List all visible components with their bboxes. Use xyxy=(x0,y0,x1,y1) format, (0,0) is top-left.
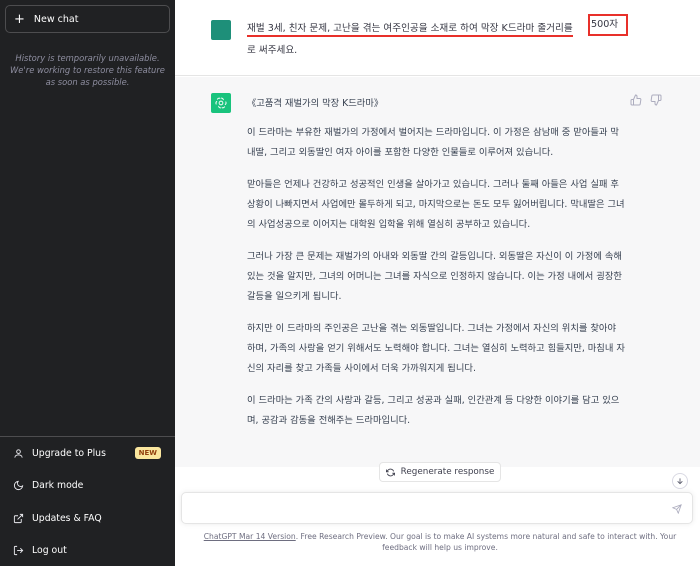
user-message: 재벌 3세, 친자 문제, 고난을 겪는 여주인공을 소재로 하여 막장 K드라… xyxy=(175,0,700,76)
send-icon xyxy=(672,504,682,514)
scroll-to-bottom-button[interactable] xyxy=(672,473,688,489)
updates-faq-link[interactable]: Updates & FAQ xyxy=(0,502,175,535)
user-message-text: 재벌 3세, 친자 문제, 고난을 겪는 여주인공을 소재로 하여 막장 K드라… xyxy=(247,18,627,62)
upgrade-label: Upgrade to Plus xyxy=(32,447,106,459)
footer-text: . Free Research Preview. Our goal is to … xyxy=(295,532,677,552)
thumbs-up-icon[interactable] xyxy=(630,94,642,106)
footer-disclaimer: ChatGPT Mar 14 Version. Free Research Pr… xyxy=(195,531,685,553)
refresh-icon xyxy=(385,468,395,477)
response-paragraph: 하지만 이 드라마의 주인공은 고난을 겪는 외동딸입니다. 그녀는 가정에서 … xyxy=(247,323,625,374)
feedback-buttons xyxy=(630,94,662,106)
sidebar-bottom-menu: Upgrade to Plus NEW Dark mode Updates & … xyxy=(0,436,175,566)
version-link[interactable]: ChatGPT Mar 14 Version xyxy=(204,532,296,541)
message-input[interactable] xyxy=(192,501,662,517)
thumbs-down-icon[interactable] xyxy=(650,94,662,106)
response-title: 《고품격 재벌가의 막장 K드라마》 xyxy=(247,98,384,109)
assistant-response: 《고품격 재벌가의 막장 K드라마》 이 드라마는 부유한 재벌가의 가정에서 … xyxy=(247,94,627,443)
moon-icon xyxy=(12,480,24,492)
dark-mode-label: Dark mode xyxy=(32,480,84,492)
user-message-line2: 로 써주세요. xyxy=(247,45,298,56)
new-badge: NEW xyxy=(134,447,161,459)
upgrade-to-plus-button[interactable]: Upgrade to Plus NEW xyxy=(0,437,175,470)
user-avatar xyxy=(211,20,231,40)
regenerate-response-button[interactable]: Regenerate response xyxy=(379,462,501,482)
sidebar: + New chat History is temporarily unavai… xyxy=(0,0,175,566)
underlined-prompt-text: 재벌 3세, 친자 문제, 고난을 겪는 여주인공을 소재로 하여 막장 K드라… xyxy=(247,23,573,37)
send-button[interactable] xyxy=(670,502,684,516)
response-paragraph: 그러나 가장 큰 문제는 재벌가의 아내와 외동딸 간의 갈등입니다. 외동딸은… xyxy=(247,251,622,302)
dark-mode-button[interactable]: Dark mode xyxy=(0,470,175,503)
logout-icon xyxy=(12,545,24,557)
assistant-message: 《고품격 재벌가의 막장 K드라마》 이 드라마는 부유한 재벌가의 가정에서 … xyxy=(175,77,700,467)
new-chat-label: New chat xyxy=(33,13,79,25)
regenerate-label: Regenerate response xyxy=(400,467,495,477)
user-icon xyxy=(12,447,24,459)
external-link-icon xyxy=(12,512,24,524)
chat-main: 재벌 3세, 친자 문제, 고난을 겪는 여주인공을 소재로 하여 막장 K드라… xyxy=(175,0,700,566)
history-unavailable-note: History is temporarily unavailable. We'r… xyxy=(10,53,165,88)
chatgpt-logo-icon xyxy=(211,93,231,113)
message-input-box xyxy=(181,492,693,524)
updates-faq-label: Updates & FAQ xyxy=(32,512,102,524)
new-chat-button[interactable]: + New chat xyxy=(5,5,170,33)
response-paragraph: 이 드라마는 부유한 재벌가의 가정에서 벌어지는 드라마입니다. 이 가정은 … xyxy=(247,127,619,158)
log-out-label: Log out xyxy=(32,545,67,557)
arrow-down-icon xyxy=(677,478,683,485)
response-paragraph: 맏아들은 언제나 건강하고 성공적인 인생을 살아가고 있습니다. 그러나 둘째… xyxy=(247,179,625,230)
plus-icon: + xyxy=(14,11,25,27)
response-paragraph: 이 드라마는 가족 간의 사랑과 갈등, 그리고 성공과 실패, 인간관계 등 … xyxy=(247,395,620,426)
boxed-prompt-text: 500자 xyxy=(591,19,619,30)
log-out-button[interactable]: Log out xyxy=(0,535,175,566)
